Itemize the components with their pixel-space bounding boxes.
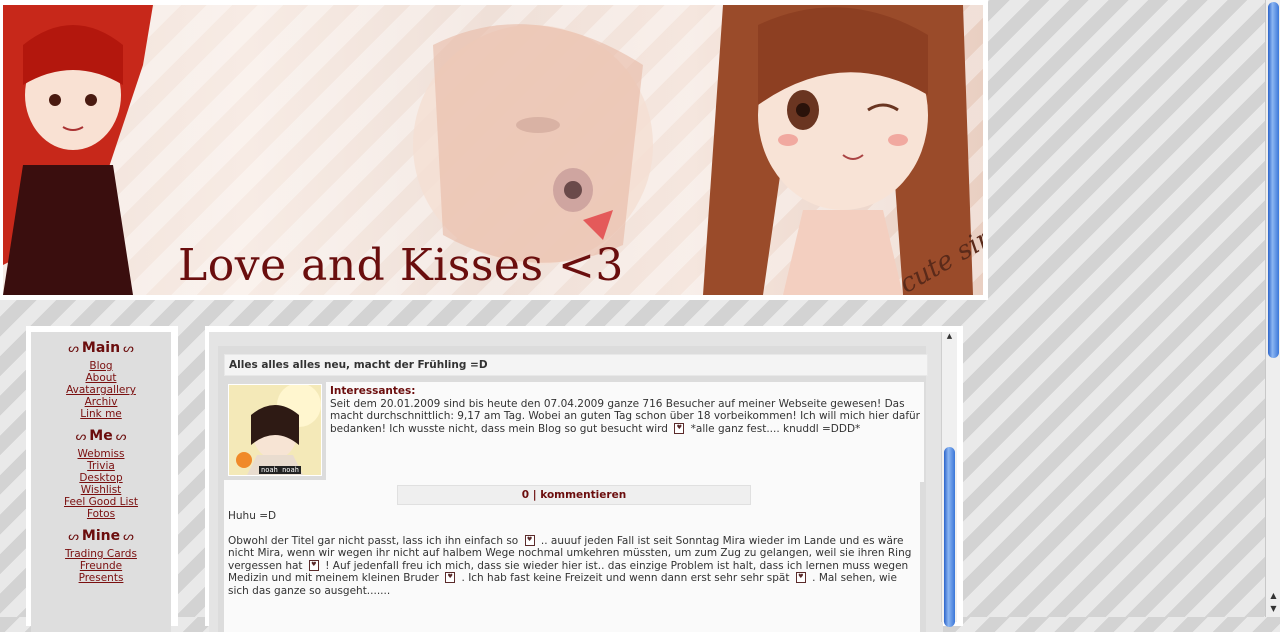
post-body-text: Huhu =D Obwohl der Titel gar nicht passt…	[228, 510, 916, 609]
post-thumbnail-image: noah noah	[228, 384, 322, 476]
nav-heading-mine: ᔕ Mine ᔕ	[31, 528, 171, 544]
swirl-ornament-icon: ᔕ	[115, 429, 127, 443]
svg-text:cute sims: cute sims	[895, 211, 983, 295]
window-scroll-arrows: ▲ ▼	[1266, 589, 1280, 617]
main-paragraph: Obwohl der Titel gar nicht passt, lass i…	[228, 534, 916, 598]
nav-link-avatargallery[interactable]: Avatargallery	[66, 384, 136, 396]
scroll-down-arrow-icon[interactable]: ▼	[1266, 602, 1280, 615]
content-frame: Alles alles alles neu, macht der Frühlin…	[209, 332, 943, 632]
blog-post: Alles alles alles neu, macht der Frühlin…	[218, 346, 928, 632]
smiley-emoticon-icon: ♥	[674, 422, 685, 434]
post-intro-box: Interessantes: Seit dem 20.01.2009 sind …	[326, 382, 924, 482]
nav-heading-me: ᔕ Me ᔕ	[31, 428, 171, 444]
content-scrollbar-thumb[interactable]	[944, 447, 955, 627]
swirl-ornament-icon: ᔕ	[68, 529, 79, 543]
banner-artwork: Love and Kisses <3 cute sims	[3, 5, 983, 295]
window-scrollbar-thumb[interactable]	[1268, 2, 1279, 358]
nav-heading-main: ᔕ Main ᔕ	[31, 340, 171, 356]
nav-link-about[interactable]: About	[85, 372, 116, 384]
sidebar-navigation: ᔕ Main ᔕ Blog About Avatargallery Archiv…	[26, 326, 178, 632]
swirl-ornament-icon: ᔕ	[68, 341, 79, 355]
body-text-part-1: Obwohl der Titel gar nicht passt, lass i…	[228, 534, 519, 547]
comments-count: 0	[521, 489, 530, 501]
nav-link-trading-cards[interactable]: Trading Cards	[65, 548, 137, 560]
nav-link-blog[interactable]: Blog	[89, 360, 112, 372]
nav-link-fotos[interactable]: Fotos	[87, 508, 115, 520]
nav-section-main: ᔕ Main ᔕ Blog About Avatargallery Archiv…	[31, 340, 171, 420]
comments-bar: 0 | kommentieren	[397, 485, 751, 505]
body-text-part-4: . Ich hab fast keine Freizeit und wenn d…	[461, 572, 790, 584]
nav-heading-me-label: Me	[89, 428, 113, 444]
swirl-ornament-icon: ᔕ	[123, 341, 134, 355]
anime-thumbnail-illustration	[229, 385, 321, 475]
nav-link-archiv[interactable]: Archiv	[85, 396, 118, 408]
content-scrollbar[interactable]: ▲	[941, 332, 957, 627]
comment-link[interactable]: kommentieren	[540, 489, 626, 501]
post-body: 0 | kommentieren Huhu =D Obwohl der Tite…	[224, 480, 920, 632]
nav-heading-mine-label: Mine	[81, 528, 121, 544]
comments-separator: |	[532, 489, 537, 501]
swirl-ornament-icon: ᔕ	[75, 429, 87, 443]
nav-link-desktop[interactable]: Desktop	[79, 472, 122, 484]
post-title: Alles alles alles neu, macht der Frühlin…	[224, 354, 928, 376]
nav-section-me: ᔕ Me ᔕ Webmiss Trivia Desktop Wishlist F…	[31, 428, 171, 520]
nav-link-trivia[interactable]: Trivia	[87, 460, 115, 472]
smiley-emoticon-icon: ♥	[795, 572, 806, 583]
smiley-emoticon-icon: ♥	[524, 534, 535, 546]
nav-link-webmiss[interactable]: Webmiss	[78, 448, 125, 460]
smiley-emoticon-icon: ♥	[308, 559, 319, 571]
main-content: Alles alles alles neu, macht der Frühlin…	[205, 326, 963, 632]
scroll-up-arrow-icon[interactable]: ▲	[942, 332, 957, 344]
nav-link-feel-good-list[interactable]: Feel Good List	[64, 496, 138, 508]
nav-link-link-me[interactable]: Link me	[80, 408, 122, 420]
scroll-up-arrow-icon[interactable]: ▲	[1266, 589, 1280, 602]
nav-link-freunde[interactable]: Freunde	[80, 560, 122, 572]
anime-girl-left-illustration	[3, 5, 153, 295]
window-scrollbar[interactable]: ▲ ▼	[1265, 0, 1280, 617]
intro-text-part-2: *alle ganz fest.... knuddl =DDD*	[690, 422, 861, 435]
site-title: Love and Kisses <3	[178, 240, 624, 291]
nav-list-mine: Trading Cards Freunde Presents	[31, 548, 171, 584]
greeting-paragraph: Huhu =D	[228, 510, 277, 522]
nav-list-main: Blog About Avatargallery Archiv Link me	[31, 360, 171, 420]
intro-label: Interessantes:	[330, 385, 416, 397]
nav-link-presents[interactable]: Presents	[79, 572, 124, 584]
swirl-ornament-icon: ᔕ	[123, 529, 134, 543]
sidebar-panel: ᔕ Main ᔕ Blog About Avatargallery Archiv…	[31, 332, 171, 632]
artist-signature-logo: cute sims	[895, 211, 983, 295]
nav-list-me: Webmiss Trivia Desktop Wishlist Feel Goo…	[31, 448, 171, 520]
smiley-emoticon-icon: ♥	[445, 572, 456, 583]
nav-section-mine: ᔕ Mine ᔕ Trading Cards Freunde Presents	[31, 528, 171, 584]
nav-heading-main-label: Main	[81, 340, 121, 356]
header-banner: Love and Kisses <3 cute sims	[0, 0, 988, 300]
thumbnail-caption: noah noah	[259, 466, 301, 474]
nav-link-wishlist[interactable]: Wishlist	[81, 484, 122, 496]
